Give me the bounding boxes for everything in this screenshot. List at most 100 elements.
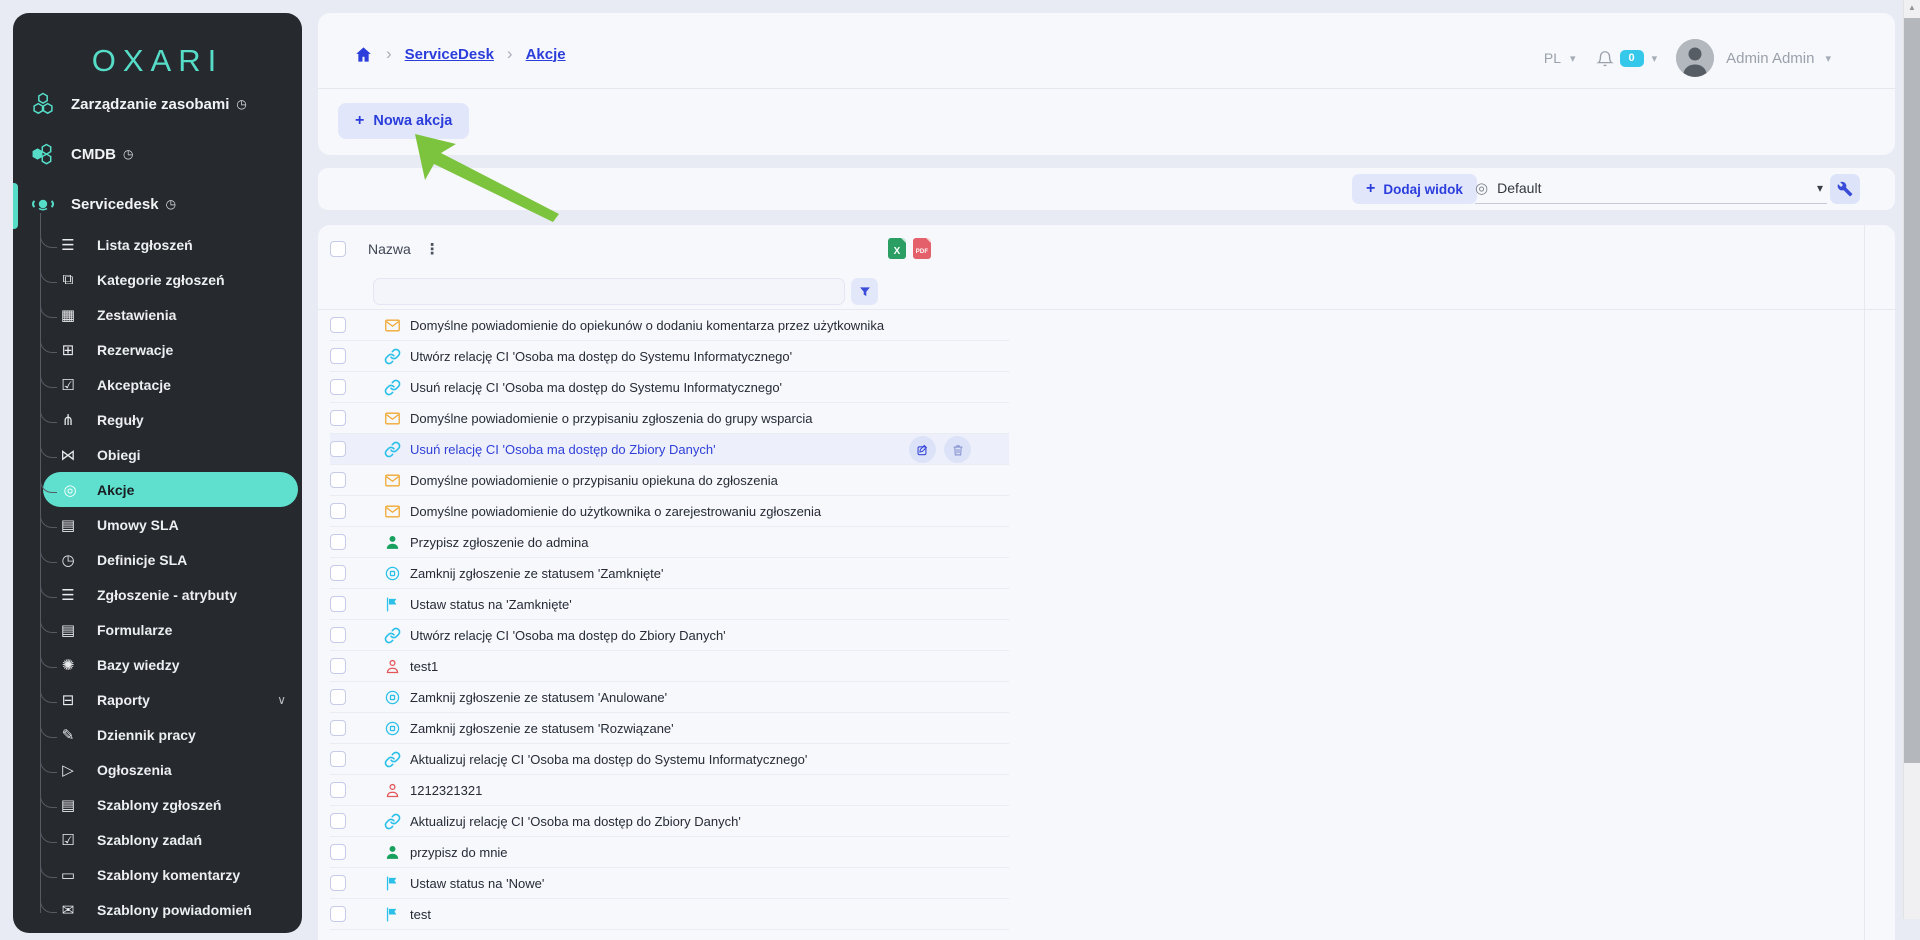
sidebar-subitem-definicje-sla[interactable]: ◷ Definicje SLA bbox=[13, 542, 302, 577]
export-pdf-icon[interactable]: PDF bbox=[913, 238, 931, 259]
filter-button[interactable] bbox=[851, 278, 878, 305]
row-checkbox[interactable] bbox=[330, 441, 346, 457]
filter-input[interactable] bbox=[373, 278, 845, 305]
sidebar-subitem-akcje[interactable]: ◎ Akcje bbox=[43, 472, 298, 507]
row-checkbox[interactable] bbox=[330, 379, 346, 395]
table-row[interactable]: Zamknij zgłoszenie ze statusem 'Zamknięt… bbox=[330, 558, 1009, 589]
avatar[interactable] bbox=[1676, 39, 1714, 77]
table-row[interactable]: Przypisz zgłoszenie do admina bbox=[330, 527, 1009, 558]
table-row[interactable]: Zamknij zgłoszenie ze statusem 'Rozwiąza… bbox=[330, 713, 1009, 744]
row-checkbox[interactable] bbox=[330, 751, 346, 767]
delete-button[interactable] bbox=[944, 436, 971, 463]
table-row[interactable]: Ustaw status na 'Zamknięte' bbox=[330, 589, 1009, 620]
row-type-icon bbox=[384, 565, 401, 582]
row-checkbox[interactable] bbox=[330, 689, 346, 705]
sidebar-subitem-zgłoszenie-atrybuty[interactable]: ☰ Zgłoszenie - atrybuty bbox=[13, 577, 302, 612]
breadcrumb-akcje[interactable]: Akcje bbox=[526, 46, 566, 63]
sidebar-subitem-formularze[interactable]: ▤ Formularze bbox=[13, 612, 302, 647]
subitem-icon: ⊞ bbox=[57, 341, 79, 359]
row-checkbox[interactable] bbox=[330, 596, 346, 612]
language-selector[interactable]: PL ▾ bbox=[1544, 50, 1578, 66]
sidebar-subitem-szablony-zadań[interactable]: ☑ Szablony zadań bbox=[13, 822, 302, 857]
table-row[interactable]: Domyślne powiadomienie do opiekunów o do… bbox=[330, 310, 1009, 341]
oxari-logo: OXARI bbox=[13, 43, 302, 79]
column-menu-icon[interactable]: ⋮ bbox=[425, 242, 440, 257]
row-checkbox[interactable] bbox=[330, 720, 346, 736]
new-action-label: Nowa akcja bbox=[373, 113, 452, 129]
table-row[interactable]: Domyślne powiadomienie do użytkownika o … bbox=[330, 496, 1009, 527]
row-type-icon bbox=[384, 379, 401, 396]
action-name: Aktualizuj relację CI 'Osoba ma dostęp d… bbox=[410, 752, 807, 767]
row-checkbox[interactable] bbox=[330, 813, 346, 829]
table-row[interactable]: test1 bbox=[330, 651, 1009, 682]
table-row[interactable]: 1212321321 bbox=[330, 775, 1009, 806]
row-checkbox[interactable] bbox=[330, 658, 346, 674]
new-action-button[interactable]: + Nowa akcja bbox=[338, 103, 469, 139]
scrollbar-thumb[interactable] bbox=[1904, 18, 1920, 763]
table-row[interactable]: Ustaw status na 'Nowe' bbox=[330, 868, 1009, 899]
subitem-label: Dziennik pracy bbox=[97, 727, 196, 743]
select-all-checkbox[interactable] bbox=[330, 241, 346, 257]
user-name[interactable]: Admin Admin bbox=[1726, 50, 1814, 67]
view-select[interactable]: ◎ Default ▾ bbox=[1475, 172, 1827, 204]
servicedesk-submenu: ☰ Lista zgłoszeń ⧉ Kategorie zgłoszeń ▦ … bbox=[13, 227, 302, 927]
sidebar-item-cmdb[interactable]: CMDB ◷ bbox=[13, 133, 302, 175]
row-checkbox[interactable] bbox=[330, 565, 346, 581]
table-row[interactable]: Usuń relację CI 'Osoba ma dostęp do Zbio… bbox=[330, 434, 1009, 465]
table-row[interactable]: Aktualizuj relację CI 'Osoba ma dostęp d… bbox=[330, 744, 1009, 775]
home-icon[interactable] bbox=[354, 45, 373, 64]
table-row[interactable]: test bbox=[330, 899, 1009, 930]
sidebar-subitem-dziennik-pracy[interactable]: ✎ Dziennik pracy bbox=[13, 717, 302, 752]
table-row[interactable]: Utwórz relację CI 'Osoba ma dostęp do Sy… bbox=[330, 341, 1009, 372]
table-row[interactable]: Domyślne powiadomienie o przypisaniu opi… bbox=[330, 465, 1009, 496]
table-row[interactable]: Domyślne powiadomienie o przypisaniu zgł… bbox=[330, 403, 1009, 434]
sidebar-subitem-akceptacje[interactable]: ☑ Akceptacje bbox=[13, 367, 302, 402]
table-row[interactable]: Usuń relację CI 'Osoba ma dostęp do Syst… bbox=[330, 372, 1009, 403]
action-name: Aktualizuj relację CI 'Osoba ma dostęp d… bbox=[410, 814, 741, 829]
sidebar-subitem-szablony-komentarzy[interactable]: ▭ Szablony komentarzy bbox=[13, 857, 302, 892]
sidebar-subitem-zestawienia[interactable]: ▦ Zestawienia bbox=[13, 297, 302, 332]
edit-button[interactable] bbox=[909, 436, 936, 463]
table-row[interactable]: Zamknij zgłoszenie ze statusem 'Anulowan… bbox=[330, 682, 1009, 713]
table-row[interactable]: przypisz do mnie bbox=[330, 837, 1009, 868]
sidebar-item-zarzadzanie-zasobami[interactable]: Zarządzanie zasobami ◷ bbox=[13, 83, 302, 125]
sidebar-subitem-szablony-zgłoszeń[interactable]: ▤ Szablony zgłoszeń bbox=[13, 787, 302, 822]
sidebar-subitem-raporty[interactable]: ⊟ Raporty ∨ bbox=[13, 682, 302, 717]
row-checkbox[interactable] bbox=[330, 782, 346, 798]
view-settings-button[interactable] bbox=[1830, 174, 1860, 204]
breadcrumb-servicedesk[interactable]: ServiceDesk bbox=[405, 46, 494, 63]
row-checkbox[interactable] bbox=[330, 503, 346, 519]
sidebar-subitem-obiegi[interactable]: ⋈ Obiegi bbox=[13, 437, 302, 472]
row-type-icon bbox=[384, 751, 401, 768]
row-type-icon bbox=[384, 875, 401, 892]
export-excel-icon[interactable]: X bbox=[888, 238, 906, 259]
row-checkbox[interactable] bbox=[330, 472, 346, 488]
sidebar-subitem-szablony-powiadomień[interactable]: ✉ Szablony powiadomień bbox=[13, 892, 302, 927]
table-row[interactable]: Utwórz relację CI 'Osoba ma dostęp do Zb… bbox=[330, 620, 1009, 651]
row-checkbox[interactable] bbox=[330, 410, 346, 426]
sidebar-subitem-ogłoszenia[interactable]: ▷ Ogłoszenia bbox=[13, 752, 302, 787]
subitem-label: Ogłoszenia bbox=[97, 762, 172, 778]
row-checkbox[interactable] bbox=[330, 875, 346, 891]
notifications-button[interactable]: 0 ▾ bbox=[1596, 49, 1660, 68]
table-row[interactable]: Aktualizuj relację CI 'Osoba ma dostęp d… bbox=[330, 806, 1009, 837]
row-checkbox[interactable] bbox=[330, 844, 346, 860]
sidebar-subitem-lista-zgłoszeń[interactable]: ☰ Lista zgłoszeń bbox=[13, 227, 302, 262]
sidebar-subitem-umowy-sla[interactable]: ▤ Umowy SLA bbox=[13, 507, 302, 542]
sidebar-subitem-rezerwacje[interactable]: ⊞ Rezerwacje bbox=[13, 332, 302, 367]
row-checkbox[interactable] bbox=[330, 906, 346, 922]
row-checkbox[interactable] bbox=[330, 317, 346, 333]
sidebar-subitem-reguły[interactable]: ⋔ Reguły bbox=[13, 402, 302, 437]
subitem-label: Szablony powiadomień bbox=[97, 902, 252, 918]
scrollbar-up-arrow[interactable]: ▲ bbox=[1904, 3, 1920, 12]
subitem-icon: ▦ bbox=[57, 306, 79, 324]
row-checkbox[interactable] bbox=[330, 534, 346, 550]
subitem-label: Szablony zadań bbox=[97, 832, 202, 848]
sidebar-subitem-kategorie-zgłoszeń[interactable]: ⧉ Kategorie zgłoszeń bbox=[13, 262, 302, 297]
vertical-scrollbar[interactable]: ▲ bbox=[1903, 0, 1920, 919]
row-checkbox[interactable] bbox=[330, 627, 346, 643]
sidebar-subitem-bazy-wiedzy[interactable]: ✺ Bazy wiedzy bbox=[13, 647, 302, 682]
sidebar-item-servicedesk[interactable]: Servicedesk ◷ bbox=[13, 183, 302, 225]
row-checkbox[interactable] bbox=[330, 348, 346, 364]
add-view-button[interactable]: + Dodaj widok bbox=[1352, 174, 1477, 204]
